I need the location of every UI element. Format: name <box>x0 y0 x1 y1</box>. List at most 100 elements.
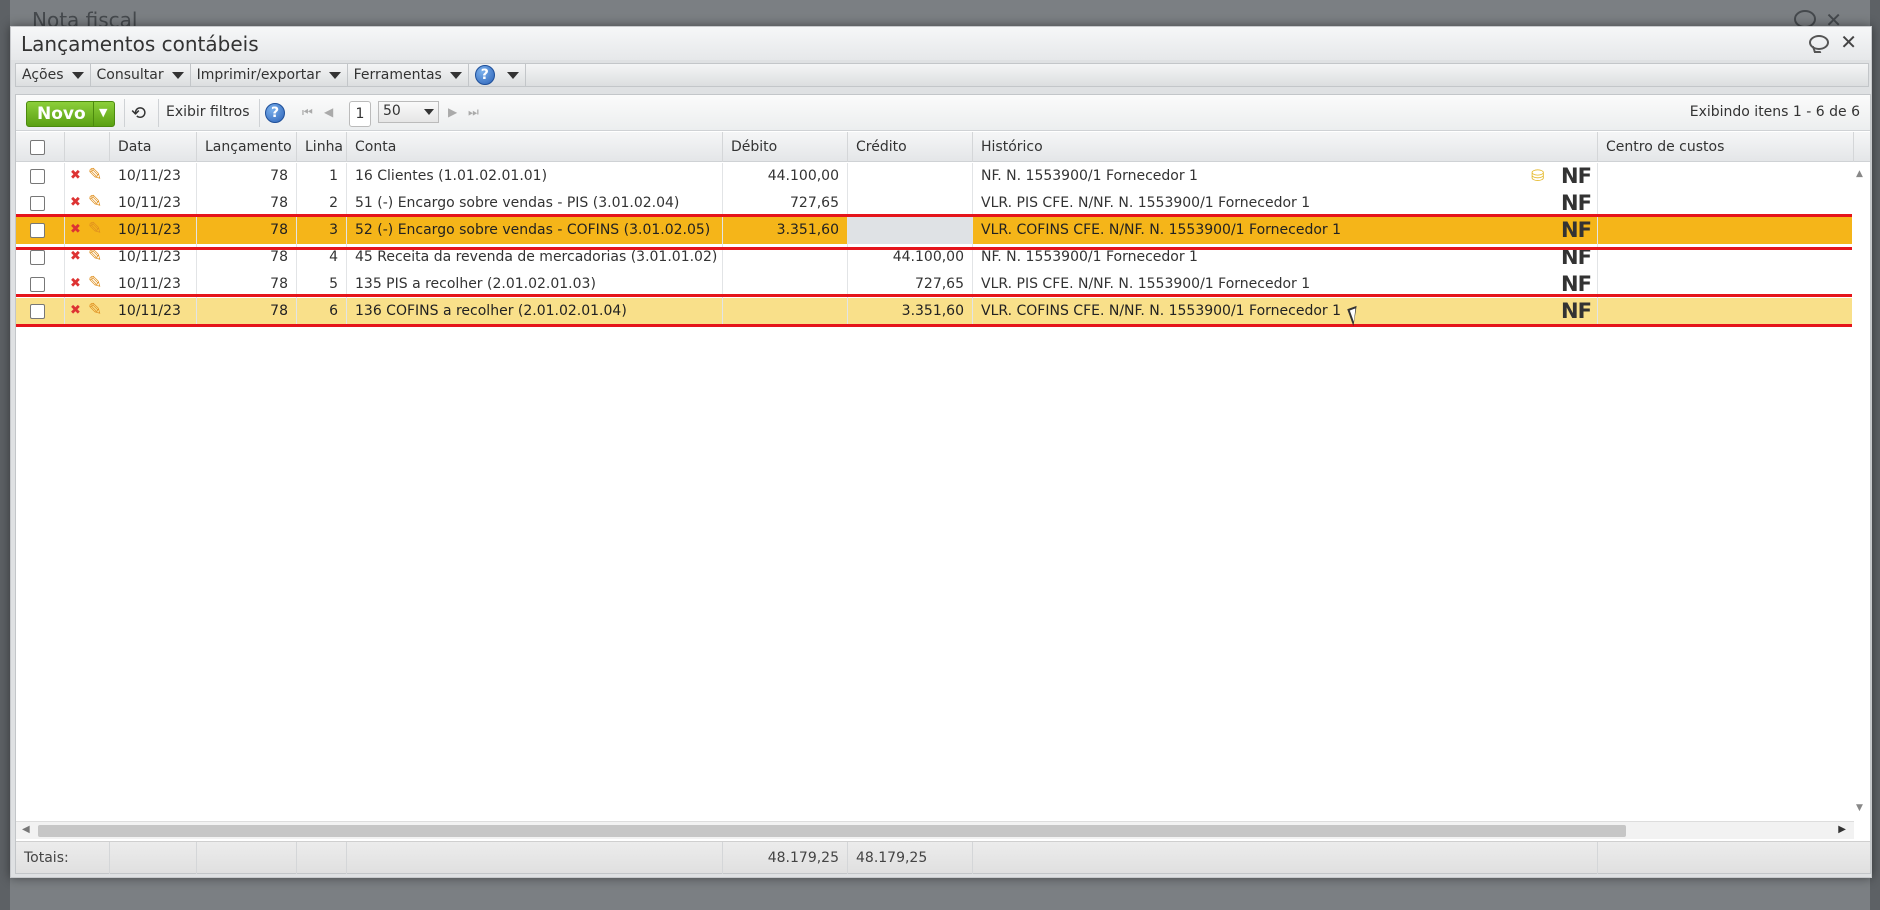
row-checkbox[interactable] <box>30 249 45 265</box>
column-header-conta[interactable]: Conta <box>347 132 723 162</box>
edit-pencil-icon[interactable]: ✎ <box>88 192 102 212</box>
column-header-centro-custos[interactable]: Centro de custos <box>1598 132 1854 162</box>
row-checkbox[interactable] <box>30 276 45 292</box>
table-row[interactable]: ✖ ✎ 10/11/23 78 1 16 Clientes (1.01.02.0… <box>16 163 1854 190</box>
delete-icon[interactable]: ✖ <box>70 249 81 264</box>
chevron-down-icon <box>424 109 434 115</box>
novo-split-divider <box>93 102 94 126</box>
novo-button-label: Novo <box>37 104 86 124</box>
row-checkbox[interactable] <box>30 195 45 211</box>
scroll-up-icon[interactable]: ▲ <box>1856 169 1863 179</box>
scroll-left-icon[interactable]: ◀ <box>22 824 30 835</box>
select-all-checkbox[interactable] <box>30 139 45 155</box>
dialog-titlebar: Lançamentos contábeis ✕ <box>11 27 1871 60</box>
scrollbar-thumb[interactable] <box>38 825 1626 837</box>
cell-conta: 51 (-) Encargo sobre vendas - PIS (3.01.… <box>347 190 723 217</box>
scroll-down-icon[interactable]: ▼ <box>1856 803 1863 813</box>
edit-pencil-icon[interactable]: ✎ <box>88 165 102 185</box>
totals-empty <box>973 842 1598 874</box>
comment-icon[interactable] <box>1809 35 1829 50</box>
cell-conta: 16 Clientes (1.01.02.01.01) <box>347 163 723 190</box>
menu-ferramentas[interactable]: Ferramentas <box>348 64 469 86</box>
last-page-icon[interactable]: ⏭ <box>468 105 479 120</box>
column-header-historico[interactable]: Histórico <box>973 132 1598 162</box>
totals-empty <box>197 842 297 874</box>
totals-label: Totais: <box>16 842 110 874</box>
delete-icon[interactable]: ✖ <box>70 276 81 291</box>
first-page-icon[interactable]: ⏮ <box>302 105 313 120</box>
totals-credito: 48.179,25 <box>848 842 973 874</box>
edit-pencil-icon[interactable]: ✎ <box>88 273 102 293</box>
row-checkbox-cell <box>16 190 65 217</box>
nf-icon[interactable]: NF <box>1561 191 1592 215</box>
cell-linha: 1 <box>297 163 347 190</box>
novo-dropdown-icon[interactable]: ▼ <box>99 106 107 119</box>
prev-page-icon[interactable]: ◀ <box>324 105 333 119</box>
cell-credito <box>848 190 973 217</box>
horizontal-scrollbar[interactable]: ◀ ▶ <box>16 821 1854 839</box>
menu-help[interactable]: ? <box>469 64 526 86</box>
grid-body: ✖ ✎ 10/11/23 78 1 16 Clientes (1.01.02.0… <box>16 163 1854 821</box>
cell-debito: 44.100,00 <box>723 163 848 190</box>
delete-icon[interactable]: ✖ <box>70 168 81 183</box>
toolbar-divider <box>158 99 159 127</box>
cell-centro-custos <box>1598 190 1854 217</box>
items-info: Exibindo itens 1 - 6 de 6 <box>1689 104 1860 120</box>
next-page-icon[interactable]: ▶ <box>448 105 457 119</box>
column-header-lancamento[interactable]: Lançamento <box>197 132 297 162</box>
scroll-right-icon[interactable]: ▶ <box>1838 824 1846 835</box>
chevron-down-icon <box>171 71 184 79</box>
select-all-header <box>16 132 65 162</box>
menu-imprimir-label: Imprimir/exportar <box>196 67 321 83</box>
cell-centro-custos <box>1598 163 1854 190</box>
refresh-icon[interactable]: ⟲ <box>131 103 146 124</box>
column-header-debito[interactable]: Débito <box>723 132 848 162</box>
chevron-down-icon <box>449 71 462 79</box>
toolbar-divider <box>124 99 125 127</box>
grid-toolbar: Novo ▼ ⟲ Exibir filtros ? ⏮ ◀ 1 50 ▶ ⏭ E… <box>16 95 1870 131</box>
page-size-value: 50 <box>383 103 401 119</box>
delete-icon[interactable]: ✖ <box>70 195 81 210</box>
actions-header <box>65 132 110 162</box>
grid-header: Data Lançamento Linha Conta Débito Crédi… <box>16 132 1870 162</box>
column-header-data[interactable]: Data <box>110 132 197 162</box>
help-icon: ? <box>474 65 495 85</box>
totals-debito: 48.179,25 <box>723 842 848 874</box>
page-size-select[interactable]: 50 <box>378 101 439 123</box>
cell-historico: NF. N. 1553900/1 Fornecedor 1 <box>973 163 1598 190</box>
cell-data: 10/11/23 <box>110 163 197 190</box>
chevron-down-icon <box>328 71 341 79</box>
nf-icon[interactable]: NF <box>1561 164 1592 188</box>
column-header-linha[interactable]: Linha <box>297 132 347 162</box>
table-row[interactable]: ✖ ✎ 10/11/23 78 2 51 (-) Encargo sobre v… <box>16 190 1854 217</box>
menu-consultar[interactable]: Consultar <box>91 64 191 86</box>
highlight-box-row-3 <box>16 214 1854 250</box>
close-icon[interactable]: ✕ <box>1840 30 1857 54</box>
toolbar-divider <box>259 99 260 127</box>
menu-imprimir-exportar[interactable]: Imprimir/exportar <box>191 64 348 86</box>
vertical-scrollbar[interactable]: ▲ ▼ <box>1852 163 1870 823</box>
menubar: Ações Consultar Imprimir/exportar Ferram… <box>15 63 1869 87</box>
cell-data: 10/11/23 <box>110 190 197 217</box>
coins-icon[interactable]: ⛁ <box>1531 166 1544 185</box>
menu-acoes[interactable]: Ações <box>16 64 91 86</box>
dialog-title: Lançamentos contábeis <box>21 32 259 56</box>
cell-lancamento: 78 <box>197 190 297 217</box>
page-number-input[interactable]: 1 <box>349 101 371 127</box>
chevron-down-icon <box>71 71 84 79</box>
chevron-down-icon <box>506 71 519 79</box>
totals-empty <box>347 842 723 874</box>
help-icon[interactable]: ? <box>265 103 285 123</box>
cell-lancamento: 78 <box>197 163 297 190</box>
row-checkbox[interactable] <box>30 168 45 184</box>
highlight-box-row-6 <box>16 294 1854 327</box>
column-header-credito[interactable]: Crédito <box>848 132 973 162</box>
cell-linha: 2 <box>297 190 347 217</box>
nf-icon[interactable]: NF <box>1561 272 1592 296</box>
cell-historico: VLR. PIS CFE. N/NF. N. 1553900/1 Fornece… <box>973 190 1598 217</box>
menu-ferramentas-label: Ferramentas <box>353 67 442 83</box>
totals-row: Totais: 48.179,25 48.179,25 <box>16 841 1870 874</box>
row-checkbox-cell <box>16 163 65 190</box>
novo-button[interactable]: Novo ▼ <box>26 101 115 127</box>
exibir-filtros-button[interactable]: Exibir filtros <box>166 104 250 120</box>
